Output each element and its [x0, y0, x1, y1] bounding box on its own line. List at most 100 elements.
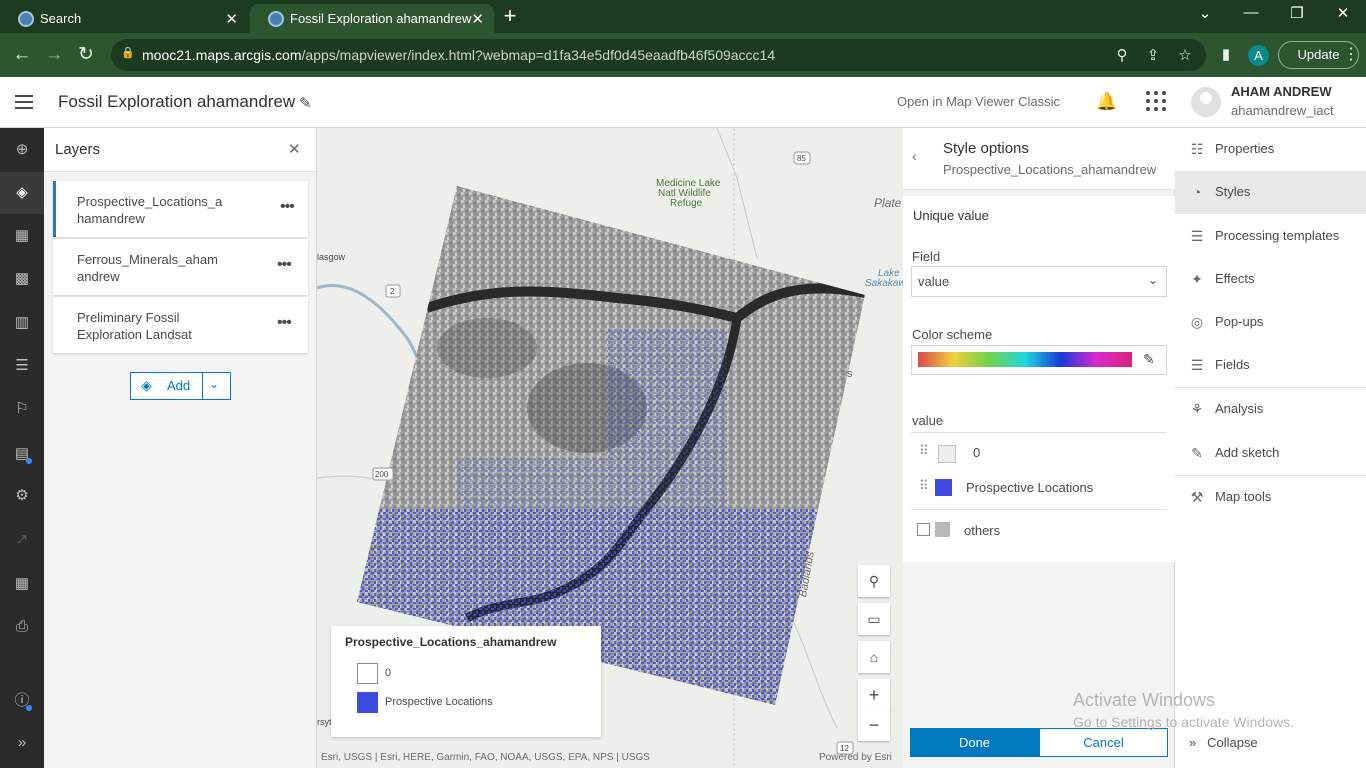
share-map-icon[interactable]: ↗ — [12, 530, 32, 550]
collapse-button[interactable]: » Collapse — [1189, 735, 1258, 750]
zoom-icon[interactable]: ⚲ — [1113, 46, 1131, 64]
share-icon[interactable]: ⇪ — [1144, 46, 1162, 64]
new-tab-icon[interactable]: + — [500, 4, 520, 28]
url-input[interactable]: 🔒 mooc21.maps.arcgis.com/apps/mapviewer/… — [111, 39, 1206, 71]
road-feature — [786, 607, 838, 729]
notifications-bell-icon[interactable]: 🔔 — [1096, 92, 1117, 112]
print-icon[interactable]: ⎙ — [12, 617, 32, 637]
map-label: lasgow — [317, 252, 346, 262]
tool-properties[interactable]: ☷ Properties — [1175, 128, 1366, 171]
collapse-icon: » — [1189, 735, 1197, 750]
done-button[interactable]: Done — [910, 728, 1039, 757]
search-icon[interactable]: ⚲ — [858, 565, 890, 597]
sidebar-toggle-icon[interactable]: ▮ — [1214, 43, 1238, 67]
layer-name-line: Preliminary Fossil — [77, 310, 180, 325]
display-icon[interactable]: ▭ — [858, 603, 890, 635]
bookmark-star-icon[interactable]: ☆ — [1176, 46, 1194, 64]
forward-icon[interactable]: → — [42, 43, 66, 67]
basemap-icon[interactable]: ▩ — [12, 269, 32, 289]
tool-effects[interactable]: ✦ Effects — [1175, 258, 1366, 301]
route-label: 2 — [390, 287, 395, 296]
map-title: Fossil Exploration ahamandrew — [58, 92, 296, 111]
expand-icon[interactable]: » — [12, 733, 32, 753]
create-app-icon[interactable]: ▦ — [12, 574, 32, 594]
tool-label: Styles — [1215, 184, 1251, 199]
drag-handle-icon[interactable]: ⠿ — [919, 443, 928, 459]
layer-options-icon[interactable]: ••• — [277, 314, 292, 332]
hamburger-menu-icon[interactable] — [15, 95, 33, 109]
tab-fossil-exploration[interactable]: Fossil Exploration ahamandrew ✕ — [250, 4, 494, 33]
powered-by-esri[interactable]: Powered by Esri — [819, 752, 892, 763]
tool-map-tools[interactable]: ⚒ Map tools — [1175, 476, 1366, 519]
profile-avatar[interactable]: A — [1248, 45, 1269, 66]
bookmarks-icon[interactable]: ⚐ — [12, 399, 32, 419]
others-swatch[interactable] — [935, 522, 950, 537]
tool-fields[interactable]: ☰ Fields — [1175, 344, 1366, 387]
charts-icon[interactable]: ▥ — [12, 313, 32, 333]
class-swatch-prospective[interactable] — [935, 479, 952, 496]
add-layer-button[interactable]: ◈ Add ⌄ — [130, 372, 231, 400]
back-chevron-icon[interactable]: ‹ — [912, 148, 917, 164]
close-tab-icon[interactable]: ✕ — [225, 10, 238, 28]
layer-options-icon[interactable]: ••• — [280, 198, 295, 216]
analysis-icon: ⚘ — [1190, 401, 1204, 417]
tool-add-sketch[interactable]: ✎ Add sketch — [1175, 432, 1366, 475]
cancel-button[interactable]: Cancel — [1039, 728, 1168, 757]
tool-label: Processing templates — [1215, 228, 1340, 243]
edit-pencil-icon[interactable]: ✎ — [1143, 351, 1155, 368]
map-legend: Prospective_Locations_ahamandrew 0 Prosp… — [331, 626, 601, 737]
field-label: Field — [912, 249, 941, 264]
wrench-icon: ⚒ — [1190, 489, 1204, 505]
open-classic-link[interactable]: Open in Map Viewer Classic — [897, 94, 1060, 109]
map-attribution: Esri, USGS | Esri, HERE, Garmin, FAO, NO… — [321, 752, 650, 763]
chevron-down-icon[interactable]: ⌄ — [209, 377, 219, 391]
others-checkbox[interactable] — [917, 523, 930, 536]
back-icon[interactable]: ← — [10, 43, 34, 67]
tab-search[interactable]: Search ✕ — [0, 4, 248, 33]
home-icon[interactable]: ⌂ — [858, 641, 890, 673]
tool-styles[interactable]: ◔ Styles — [1175, 171, 1366, 214]
tool-analysis[interactable]: ⚘ Analysis — [1175, 388, 1366, 431]
edit-title-icon[interactable]: ✎ — [299, 94, 312, 112]
drag-handle-icon[interactable]: ⠿ — [919, 478, 928, 494]
field-select[interactable]: value ⌄ — [911, 266, 1167, 297]
zoom-out-button[interactable]: − — [858, 709, 890, 741]
close-tab-icon[interactable]: ✕ — [471, 10, 484, 28]
tool-processing-templates[interactable]: ☰ Processing templates — [1175, 215, 1366, 258]
layer-options-icon[interactable]: ••• — [277, 256, 292, 274]
url-text: mooc21.maps.arcgis.com/apps/mapviewer/in… — [142, 47, 775, 63]
layer-item-ferrous-minerals[interactable]: Ferrous_Minerals_aham andrew ••• — [53, 239, 308, 295]
maximize-icon[interactable]: ❐ — [1274, 4, 1320, 26]
color-scheme-picker[interactable]: ✎ — [911, 345, 1167, 375]
route-label: 200 — [375, 470, 389, 479]
window-close-icon[interactable]: ✕ — [1320, 4, 1366, 26]
zoom-in-button[interactable]: + — [858, 679, 890, 711]
style-panel-subtitle: Prospective_Locations_ahamandrew — [943, 162, 1157, 177]
class-swatch-0[interactable] — [938, 445, 956, 463]
road-feature — [716, 128, 758, 259]
activate-windows-hint: Go to Settings to activate Windows. — [1073, 714, 1294, 730]
browser-menu-icon[interactable]: ⋮ — [1339, 43, 1363, 67]
layers-panel-header: Layers ✕ — [44, 128, 316, 172]
add-layer-icon[interactable]: ⊕ — [12, 140, 32, 160]
layer-item-preliminary-landsat[interactable]: Preliminary Fossil Exploration Landsat ••… — [53, 297, 308, 353]
layer-name-line: hamandrew — [77, 211, 145, 226]
layer-item-prospective-locations[interactable]: Prospective_Locations_a hamandrew ••• — [53, 181, 308, 237]
color-ramp — [918, 352, 1132, 367]
map-label: s — [847, 368, 853, 380]
reload-icon[interactable]: ↻ — [74, 43, 98, 67]
user-avatar[interactable] — [1191, 87, 1221, 117]
tables-icon[interactable]: ▦ — [12, 226, 32, 246]
class-label: Prospective Locations — [966, 480, 1094, 495]
tab-search-chevron-icon[interactable]: ⌄ — [1182, 4, 1228, 26]
legend-icon[interactable]: ☰ — [12, 356, 32, 376]
tool-pop-ups[interactable]: ◎ Pop-ups — [1175, 301, 1366, 344]
close-icon[interactable]: ✕ — [288, 140, 301, 158]
layers-icon[interactable]: ◈ — [12, 183, 32, 203]
map-label: Plate — [874, 196, 902, 210]
map-view[interactable]: Medicine Lake Natl Wildlife Refuge Plate… — [317, 128, 903, 768]
settings-gear-icon[interactable]: ⚙ — [12, 486, 32, 506]
app-launcher-icon[interactable] — [1146, 91, 1166, 111]
minimize-icon[interactable]: — — [1228, 4, 1274, 26]
styles-icon: ◔ — [1192, 184, 1202, 200]
